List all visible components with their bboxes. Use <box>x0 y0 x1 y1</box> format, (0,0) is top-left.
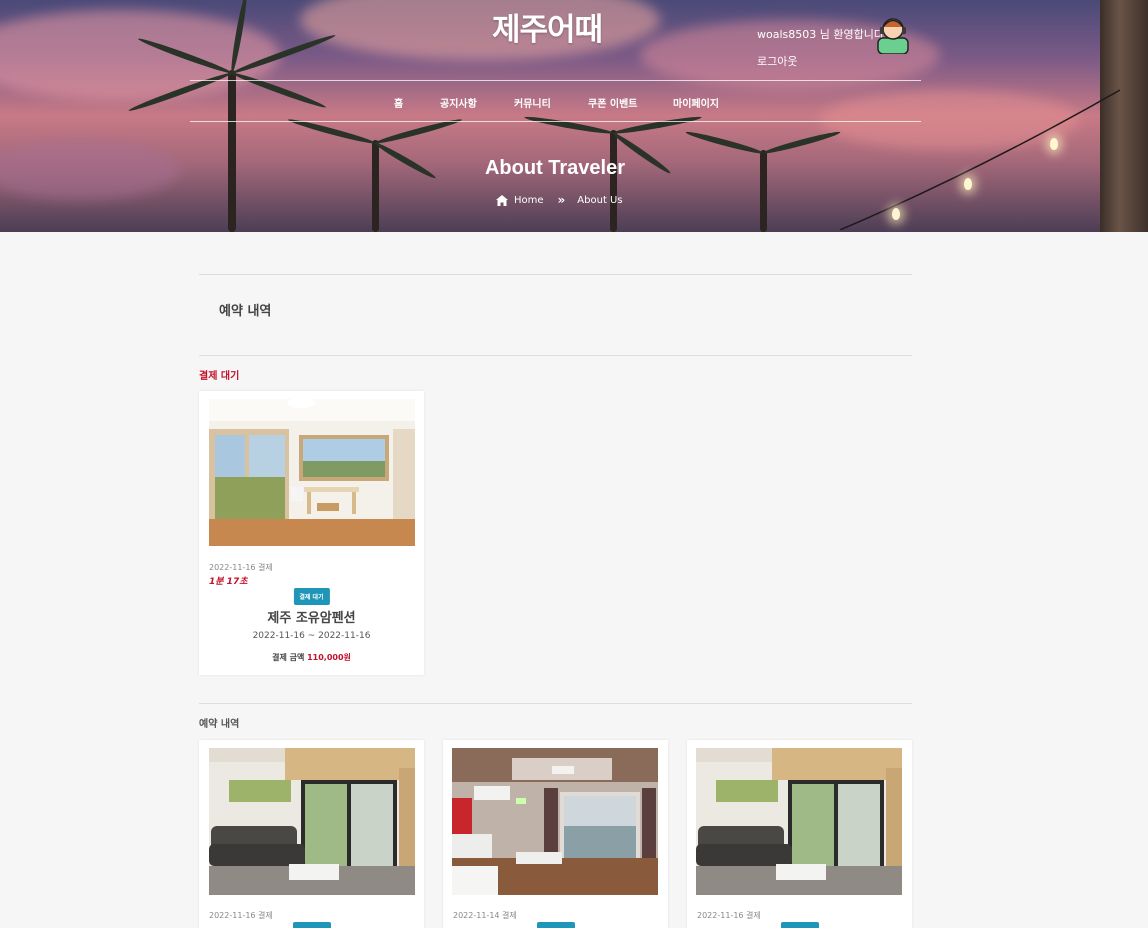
hero-banner: 제주어때 woals8503 님 환영합니다 로그아웃 홈 공지사항 커뮤니티 … <box>0 0 1148 232</box>
nav-notice[interactable]: 공지사항 <box>440 95 477 110</box>
nav-mypage[interactable]: 마이페이지 <box>673 95 719 110</box>
amount-label: 결제 금액 <box>272 653 305 662</box>
chevron-double-right-icon: » <box>557 193 566 207</box>
page-title: 예약 내역 <box>219 304 272 319</box>
status-badge: 결제 대기 <box>293 588 330 605</box>
hero-title: About Traveler <box>484 157 626 179</box>
room-photo <box>209 748 415 895</box>
status-badge <box>780 922 819 928</box>
payment-timer: 1분 17초 <box>209 577 248 587</box>
nav-home[interactable]: 홈 <box>394 95 403 110</box>
room-photo <box>452 748 658 895</box>
main-nav: 홈 공지사항 커뮤니티 쿠폰 이벤트 마이페이지 <box>190 80 921 122</box>
payment-date: 2022-11-16 결제 <box>209 911 273 920</box>
divider <box>199 703 912 704</box>
room-photo <box>209 399 415 546</box>
reservation-card[interactable]: 2022-11-14 결제 <box>443 740 668 928</box>
status-badge <box>292 922 331 928</box>
history-label: 예약 내역 <box>199 719 240 730</box>
home-icon <box>496 194 508 206</box>
breadcrumb-current: About Us <box>577 194 623 206</box>
reservation-card[interactable]: 2022-11-16 결제 1분 17초 결제 대기 제주 조유암펜션 2022… <box>199 391 424 675</box>
breadcrumb-home[interactable]: Home <box>514 195 544 206</box>
site-logo[interactable]: 제주어때 <box>492 4 603 49</box>
payment-amount: 결제 금액 110,000원 <box>199 652 424 663</box>
logout-link[interactable]: 로그아웃 <box>757 53 797 69</box>
payment-date: 2022-11-14 결제 <box>453 911 517 920</box>
reservation-card[interactable]: 2022-11-16 결제 <box>687 740 912 928</box>
status-badge <box>536 922 575 928</box>
welcome-text: woals8503 님 환영합니다 <box>757 28 884 41</box>
room-photo <box>696 748 902 895</box>
divider <box>199 355 912 356</box>
stay-dates: 2022-11-16 ~ 2022-11-16 <box>252 631 371 641</box>
breadcrumb: Home » About Us <box>496 193 623 207</box>
pending-label: 결제 대기 <box>199 371 240 382</box>
reservation-card[interactable]: 2022-11-16 결제 <box>199 740 424 928</box>
nav-community[interactable]: 커뮤니티 <box>514 95 551 110</box>
amount-value: 110,000원 <box>307 653 351 662</box>
divider <box>199 274 912 275</box>
nav-coupon-event[interactable]: 쿠폰 이벤트 <box>588 95 637 110</box>
hotel-name: 제주 조유암펜션 <box>267 611 356 626</box>
payment-date: 2022-11-16 결제 <box>209 563 273 572</box>
payment-date: 2022-11-16 결제 <box>697 911 761 920</box>
avatar-icon[interactable] <box>876 14 910 54</box>
